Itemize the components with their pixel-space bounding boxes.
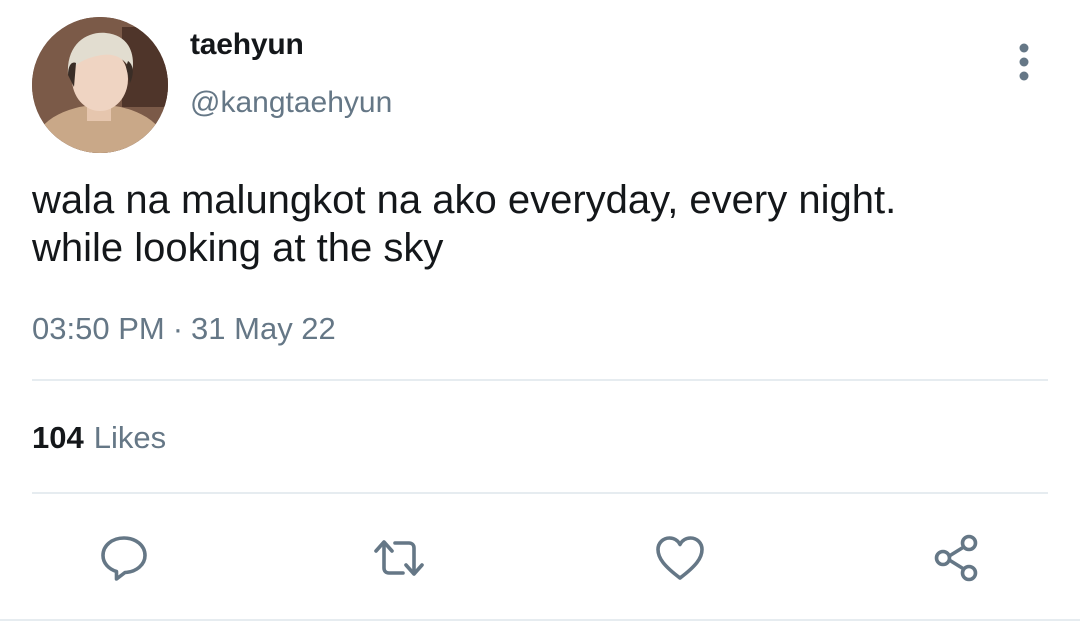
tweet-timestamp[interactable]: 03:50 PM · 31 May 22 — [32, 311, 336, 347]
display-name[interactable]: taehyun — [190, 28, 304, 62]
heart-icon — [656, 536, 704, 580]
more-vertical-icon — [1019, 43, 1029, 81]
tweet-text: wala na malungkot na ako everyday, every… — [32, 176, 1032, 272]
tweet-card: taehyun @kangtaehyun wala na malungkot n… — [0, 0, 1080, 626]
divider — [32, 492, 1048, 494]
likes-count: 104 — [32, 420, 84, 455]
reply-button[interactable] — [96, 530, 152, 586]
user-handle[interactable]: @kangtaehyun — [190, 86, 392, 120]
more-options-button[interactable] — [1004, 40, 1044, 84]
retweet-icon — [374, 540, 424, 576]
like-button[interactable] — [652, 530, 708, 586]
likes-stat[interactable]: 104 Likes — [32, 420, 166, 456]
divider — [32, 379, 1048, 381]
share-button[interactable] — [929, 530, 985, 586]
retweet-button[interactable] — [371, 530, 427, 586]
divider — [0, 619, 1080, 621]
avatar[interactable] — [32, 17, 168, 153]
meta-separator: · — [172, 311, 184, 346]
tweet-date: 31 May 22 — [191, 311, 336, 346]
share-icon — [934, 534, 978, 582]
reply-icon — [101, 536, 147, 581]
tweet-text-line: while looking at the sky — [32, 226, 444, 270]
profile-photo — [32, 17, 168, 153]
tweet-text-line: wala na malungkot na ako everyday, every… — [32, 178, 897, 222]
tweet-time: 03:50 PM — [32, 311, 165, 346]
likes-label: Likes — [93, 420, 167, 455]
